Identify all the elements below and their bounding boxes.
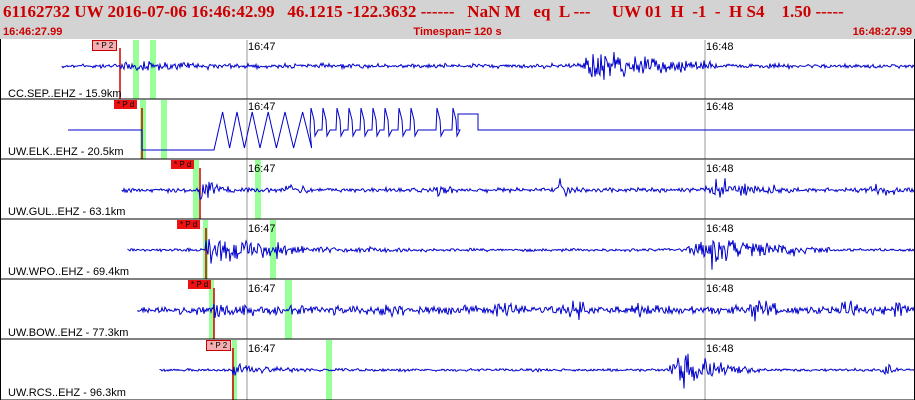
minute-label: 16:48: [706, 343, 734, 355]
jiggle-waveform-viewer: 61162732 UW 2016-07-06 16:46:42.99 46.12…: [0, 0, 915, 400]
station-label: UW.BOW..EHZ - 77.3km: [8, 327, 129, 339]
station-label: UW.ELK..EHZ - 20.5km: [8, 146, 124, 158]
station-label: UW.GUL..EHZ - 63.1km: [8, 206, 126, 218]
phase-pick[interactable]: * P 2: [92, 40, 118, 51]
minute-label: 16:48: [706, 283, 734, 295]
seismogram-trace: [121, 178, 915, 200]
station-label: UW.RCS..EHZ - 96.3km: [8, 387, 126, 399]
minute-label: 16:47: [248, 343, 276, 355]
phase-pick[interactable]: * P d: [188, 280, 212, 289]
phase-pick[interactable]: * P d: [114, 100, 138, 109]
minute-label: 16:47: [248, 163, 276, 175]
minute-label: 16:48: [706, 101, 734, 113]
seismogram-trace: [137, 300, 915, 322]
minute-label: 16:48: [706, 41, 734, 53]
minute-label: 16:47: [248, 41, 276, 53]
minute-label: 16:48: [706, 223, 734, 235]
minute-label: 16:47: [248, 283, 276, 295]
minute-label: 16:47: [248, 223, 276, 235]
analysis-window: [150, 40, 156, 99]
seismogram-trace: [159, 353, 915, 389]
seismogram-trace: [61, 51, 915, 80]
phase-pick[interactable]: * P 2: [206, 340, 232, 351]
minute-label: 16:47: [248, 101, 276, 113]
seismogram-trace: [127, 239, 915, 270]
minute-label: 16:48: [706, 163, 734, 175]
station-label: UW.WPO..EHZ - 69.4km: [8, 266, 130, 278]
phase-pick[interactable]: * P d: [171, 160, 195, 169]
waveform-canvas[interactable]: [0, 0, 915, 400]
seismogram-trace: [68, 107, 915, 151]
phase-pick[interactable]: * P d: [177, 220, 201, 229]
station-label: CC.SEP..EHZ - 15.9km: [8, 88, 122, 100]
